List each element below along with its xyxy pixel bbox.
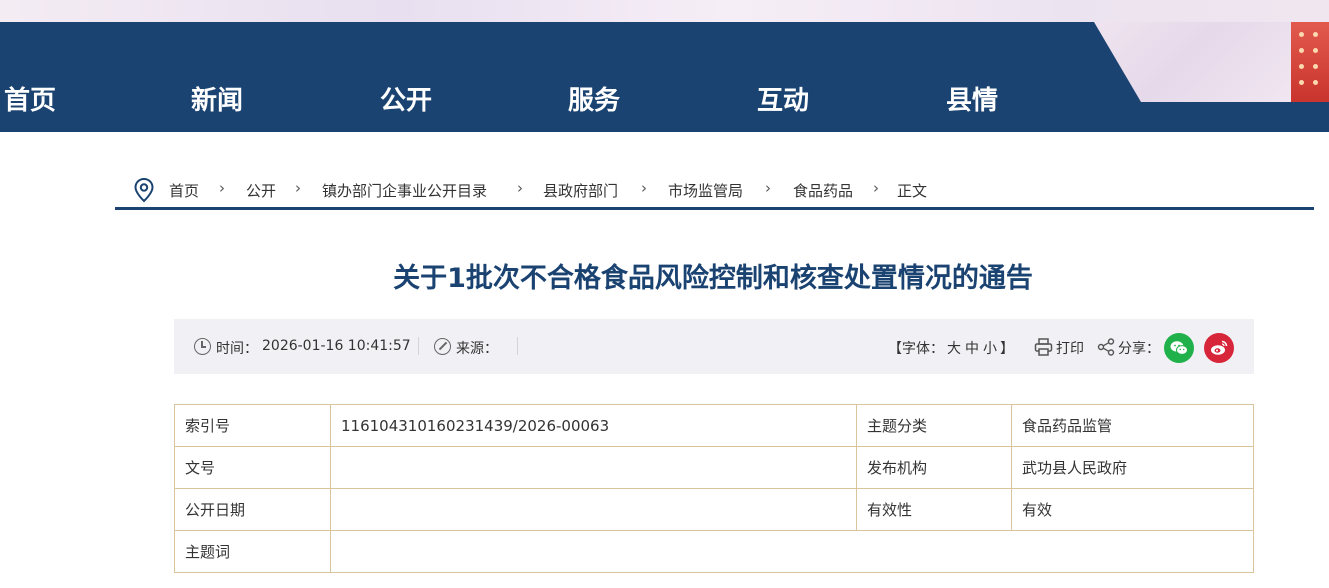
- category-label: 主题分类: [856, 404, 1012, 447]
- font-large-button[interactable]: 大: [947, 338, 961, 358]
- font-size-open: 【字体：: [888, 341, 944, 357]
- nav-item-news[interactable]: 新闻: [191, 80, 243, 117]
- validity-label: 有效性: [856, 488, 1012, 531]
- breadcrumb-market-bureau[interactable]: 市场监管局: [668, 180, 743, 201]
- divider: [517, 337, 518, 355]
- printer-icon[interactable]: [1034, 338, 1053, 356]
- validity-value: 有效: [1011, 488, 1254, 531]
- publisher-label: 发布机构: [856, 446, 1012, 489]
- breadcrumb-public[interactable]: 公开: [246, 180, 276, 201]
- table-row: 索引号 116104310160231439/2026-00063 主题分类 食…: [174, 404, 1254, 447]
- table-row: 文号 发布机构 武功县人民政府: [174, 446, 1254, 489]
- wechat-icon: [1170, 341, 1188, 355]
- document-info-table: 索引号 116104310160231439/2026-00063 主题分类 食…: [174, 404, 1254, 573]
- nav-item-public[interactable]: 公开: [380, 80, 432, 117]
- date-value: [330, 488, 857, 531]
- publish-time: 2026-01-16 10:41:57: [262, 338, 411, 354]
- font-small-button[interactable]: 小: [983, 338, 997, 358]
- nav-item-interaction[interactable]: 互动: [757, 80, 809, 117]
- location-pin-icon: [134, 177, 154, 203]
- article-meta-bar: 时间： 2026-01-16 10:41:57 来源： 【字体： 大 中 小 】…: [174, 319, 1254, 374]
- weibo-share-button[interactable]: [1204, 333, 1234, 363]
- nav-item-service[interactable]: 服务: [568, 80, 620, 117]
- divider: [418, 337, 419, 355]
- table-row: 主题词: [174, 530, 1254, 573]
- breadcrumb-food-drug[interactable]: 食品药品: [793, 180, 853, 201]
- article-title: 关于1批次不合格食品风险控制和核查处置情况的通告: [393, 263, 1033, 294]
- breadcrumb-separator-icon: ›: [641, 179, 647, 197]
- keywords-label: 主题词: [174, 530, 331, 573]
- compass-icon: [434, 338, 451, 355]
- table-row: 公开日期 有效性 有效: [174, 488, 1254, 531]
- clock-icon: [194, 338, 211, 355]
- nav-item-home[interactable]: 首页: [4, 80, 56, 117]
- font-medium-button[interactable]: 中: [965, 338, 979, 358]
- breadcrumb-current: 正文: [897, 182, 928, 200]
- breadcrumb-separator-icon: ›: [517, 179, 523, 197]
- source-label: 来源：: [456, 341, 498, 357]
- publisher-value: 武功县人民政府: [1011, 446, 1254, 489]
- breadcrumb-separator-icon: ›: [873, 179, 879, 197]
- breadcrumb-county-departments[interactable]: 县政府部门: [543, 180, 618, 201]
- weibo-icon: [1211, 340, 1228, 355]
- index-label: 索引号: [174, 404, 331, 447]
- breadcrumb-directory[interactable]: 镇办部门企事业公开目录: [322, 180, 487, 201]
- print-button[interactable]: 打印: [1056, 338, 1084, 358]
- category-value: 食品药品监管: [1011, 404, 1254, 447]
- wechat-share-button[interactable]: [1164, 333, 1194, 363]
- breadcrumb-home[interactable]: 首页: [169, 180, 199, 201]
- date-label: 公开日期: [174, 488, 331, 531]
- doc-no-label: 文号: [174, 446, 331, 489]
- time-label: 时间：: [216, 341, 258, 357]
- huabiao-pillar-image: [1291, 22, 1329, 102]
- index-value: 116104310160231439/2026-00063: [330, 404, 857, 447]
- share-icon: [1097, 338, 1115, 356]
- breadcrumb-separator-icon: ›: [295, 179, 301, 197]
- doc-no-value: [330, 446, 857, 489]
- top-banner: [0, 0, 1329, 22]
- breadcrumb-separator-icon: ›: [765, 179, 771, 197]
- share-label: 分享：: [1118, 341, 1160, 357]
- breadcrumb-separator-icon: ›: [219, 179, 225, 197]
- nav-item-county-info[interactable]: 县情: [946, 80, 998, 117]
- keywords-value: [330, 530, 1254, 573]
- breadcrumb: 首页 › 公开 › 镇办部门企事业公开目录 › 县政府部门 › 市场监管局 › …: [115, 175, 1314, 210]
- font-size-close: 】: [1000, 341, 1014, 357]
